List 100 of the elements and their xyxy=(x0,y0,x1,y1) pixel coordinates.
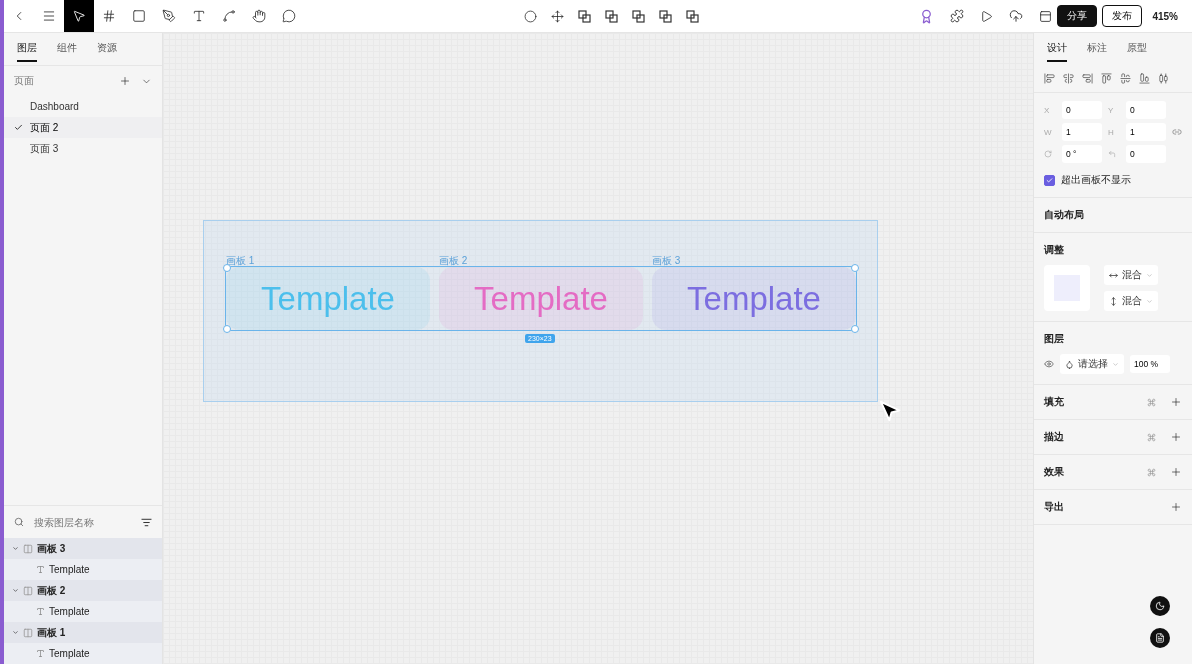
move-icon[interactable] xyxy=(551,9,565,23)
comment-icon xyxy=(282,9,296,23)
layer-row[interactable]: 画板 2 xyxy=(4,580,162,601)
input-field[interactable]: 0 ° xyxy=(1062,145,1102,163)
text-icon xyxy=(36,649,45,658)
caret-icon[interactable] xyxy=(12,629,19,636)
layer-row[interactable]: Template xyxy=(4,601,162,622)
resize-handle[interactable] xyxy=(223,325,231,333)
caret-icon[interactable] xyxy=(12,587,19,594)
document-button[interactable] xyxy=(1150,628,1170,648)
align-bottom-icon[interactable] xyxy=(1139,73,1150,84)
align-right-icon[interactable] xyxy=(1082,73,1093,84)
artboard-text: Template xyxy=(474,279,608,318)
checkbox[interactable] xyxy=(1044,174,1055,186)
eye-icon[interactable] xyxy=(1044,359,1054,369)
document-icon xyxy=(1155,633,1165,643)
layer-name: 画板 3 xyxy=(37,541,66,556)
subtract-icon[interactable] xyxy=(605,9,619,23)
ellipse-icon[interactable] xyxy=(524,9,538,23)
share-button[interactable]: 分享 xyxy=(1057,5,1098,27)
input-field[interactable]: 1 xyxy=(1062,123,1102,141)
caret-icon[interactable] xyxy=(12,545,19,552)
play-icon[interactable] xyxy=(980,9,994,23)
page-item[interactable]: 页面 2 xyxy=(4,117,162,138)
caret-icon xyxy=(1112,360,1119,368)
input-field[interactable]: 0 xyxy=(1126,145,1166,163)
flatten-icon[interactable] xyxy=(686,9,700,23)
vertical-arrow-icon xyxy=(1109,296,1118,306)
layout-icon[interactable] xyxy=(1039,9,1053,23)
hand-icon xyxy=(252,9,266,23)
styles-icon[interactable] xyxy=(1147,467,1156,477)
frame-icon xyxy=(23,543,33,554)
input-field[interactable]: 0 xyxy=(1062,101,1102,119)
add-icon[interactable] xyxy=(1170,501,1182,513)
layer-row[interactable]: Template xyxy=(4,559,162,580)
add-icon[interactable] xyxy=(1170,466,1182,478)
artboard-text: Template xyxy=(261,279,395,318)
align-center-icon[interactable] xyxy=(1063,73,1074,84)
drop-icon xyxy=(1065,359,1074,369)
add-icon[interactable] xyxy=(119,75,131,87)
vertical-select[interactable]: 混合 xyxy=(1104,291,1158,311)
caret-icon xyxy=(1146,297,1153,305)
page-item[interactable]: 页面 3 xyxy=(4,138,162,159)
panel-tab[interactable]: 图层 xyxy=(17,41,37,62)
exclude-icon[interactable] xyxy=(659,9,673,23)
panel-tab[interactable]: 资源 xyxy=(97,41,117,62)
panel-tab[interactable]: 组件 xyxy=(57,41,77,62)
panel-tab[interactable]: 原型 xyxy=(1127,41,1147,62)
horizontal-select[interactable]: 混合 xyxy=(1104,265,1158,285)
align-left-icon[interactable] xyxy=(1044,73,1055,84)
frame-icon xyxy=(23,627,33,638)
path-icon xyxy=(222,9,236,23)
page-item[interactable]: Dashboard xyxy=(4,96,162,117)
section-title: 自动布局 xyxy=(1044,208,1085,222)
layer-row[interactable]: 画板 1 xyxy=(4,622,162,643)
add-icon[interactable] xyxy=(1170,431,1182,443)
section-title: 描边 xyxy=(1044,430,1064,444)
layer-name: Template xyxy=(49,606,90,617)
styles-icon[interactable] xyxy=(1147,432,1156,442)
intersect-icon[interactable] xyxy=(632,9,646,23)
align-top-icon[interactable] xyxy=(1101,73,1112,84)
filter-icon[interactable] xyxy=(141,516,152,528)
field-label: X xyxy=(1044,105,1051,115)
layer-row[interactable]: Template xyxy=(4,643,162,664)
rectangle-icon xyxy=(132,9,146,23)
moon-icon xyxy=(1155,601,1165,611)
resize-handle[interactable] xyxy=(851,264,859,272)
publish-button[interactable]: 发布 xyxy=(1102,5,1143,27)
resize-handle[interactable] xyxy=(223,264,231,272)
section-title: 填充 xyxy=(1044,395,1064,409)
clip-option[interactable]: 超出画板不显示 xyxy=(1034,171,1192,198)
zoom-level[interactable]: 415% xyxy=(1152,10,1178,22)
distribute-icon[interactable] xyxy=(1158,73,1169,84)
input-field[interactable]: 0 xyxy=(1126,101,1166,119)
caret-icon xyxy=(1146,271,1153,279)
input-field[interactable]: 1 xyxy=(1126,123,1166,141)
add-icon[interactable] xyxy=(1170,396,1182,408)
pen-icon xyxy=(162,9,176,23)
union-icon[interactable] xyxy=(578,9,592,23)
blend-select[interactable]: 请选择 xyxy=(1060,354,1124,374)
plugin-icon[interactable] xyxy=(950,9,965,23)
dark-mode-button[interactable] xyxy=(1150,596,1170,616)
pages-title: 页面 xyxy=(14,74,34,88)
layer-row[interactable]: 画板 3 xyxy=(4,538,162,559)
field-label: H xyxy=(1108,127,1115,137)
search-field[interactable]: 搜索图层名称 xyxy=(32,515,133,529)
pointer-tool[interactable] xyxy=(64,0,94,32)
link-icon[interactable] xyxy=(1172,127,1182,137)
align-middle-icon[interactable] xyxy=(1120,73,1131,84)
styles-icon[interactable] xyxy=(1147,397,1156,407)
field-label: W xyxy=(1044,127,1053,137)
panel-tab[interactable]: 设计 xyxy=(1047,41,1067,62)
upload-icon[interactable] xyxy=(1009,9,1024,23)
search-icon xyxy=(14,517,24,527)
opacity-field[interactable]: 100 % xyxy=(1130,355,1170,373)
resize-handle[interactable] xyxy=(851,325,859,333)
section-title: 调整 xyxy=(1044,243,1065,257)
section-title: 导出 xyxy=(1044,500,1064,514)
section-title: 图层 xyxy=(1044,332,1065,346)
panel-tab[interactable]: 标注 xyxy=(1087,41,1107,62)
